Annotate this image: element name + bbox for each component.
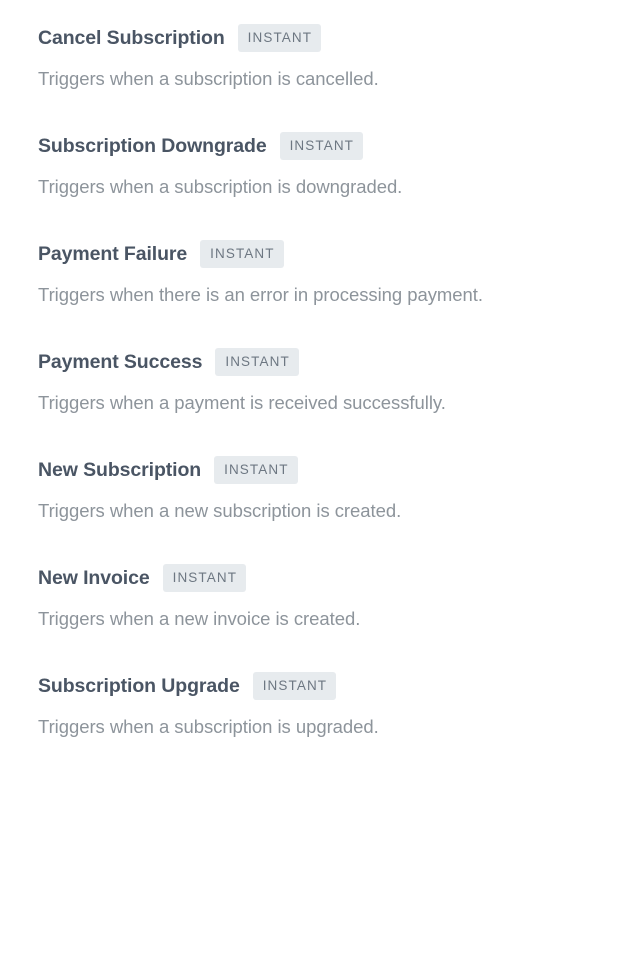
trigger-header: Payment Failure INSTANT	[38, 240, 608, 268]
trigger-description: Triggers when a payment is received succ…	[38, 386, 560, 420]
trigger-header: Subscription Downgrade INSTANT	[38, 132, 608, 160]
trigger-header: Subscription Upgrade INSTANT	[38, 672, 608, 700]
trigger-description: Triggers when a subscription is upgraded…	[38, 710, 560, 744]
trigger-header: Cancel Subscription INSTANT	[38, 24, 608, 52]
trigger-header: New Subscription INSTANT	[38, 456, 608, 484]
status-badge: INSTANT	[280, 132, 363, 160]
trigger-description: Triggers when there is an error in proce…	[38, 278, 560, 312]
list-item[interactable]: New Invoice INSTANT Triggers when a new …	[0, 564, 628, 636]
trigger-title: Cancel Subscription	[38, 25, 225, 51]
list-item[interactable]: Payment Failure INSTANT Triggers when th…	[0, 240, 628, 312]
trigger-title: New Subscription	[38, 457, 201, 483]
trigger-title: Subscription Upgrade	[38, 673, 240, 699]
trigger-description: Triggers when a subscription is cancelle…	[38, 62, 560, 96]
status-badge: INSTANT	[163, 564, 246, 592]
trigger-description: Triggers when a new subscription is crea…	[38, 494, 560, 528]
trigger-title: Payment Success	[38, 349, 202, 375]
trigger-list: Cancel Subscription INSTANT Triggers whe…	[0, 0, 628, 744]
list-item[interactable]: Subscription Downgrade INSTANT Triggers …	[0, 132, 628, 204]
status-badge: INSTANT	[200, 240, 283, 268]
list-item[interactable]: Payment Success INSTANT Triggers when a …	[0, 348, 628, 420]
trigger-header: Payment Success INSTANT	[38, 348, 608, 376]
trigger-description: Triggers when a new invoice is created.	[38, 602, 560, 636]
trigger-title: New Invoice	[38, 565, 150, 591]
trigger-title: Subscription Downgrade	[38, 133, 267, 159]
trigger-header: New Invoice INSTANT	[38, 564, 608, 592]
list-item[interactable]: Subscription Upgrade INSTANT Triggers wh…	[0, 672, 628, 744]
trigger-title: Payment Failure	[38, 241, 187, 267]
list-item[interactable]: Cancel Subscription INSTANT Triggers whe…	[0, 24, 628, 96]
list-item[interactable]: New Subscription INSTANT Triggers when a…	[0, 456, 628, 528]
status-badge: INSTANT	[215, 348, 298, 376]
trigger-description: Triggers when a subscription is downgrad…	[38, 170, 560, 204]
status-badge: INSTANT	[253, 672, 336, 700]
status-badge: INSTANT	[214, 456, 297, 484]
status-badge: INSTANT	[238, 24, 321, 52]
